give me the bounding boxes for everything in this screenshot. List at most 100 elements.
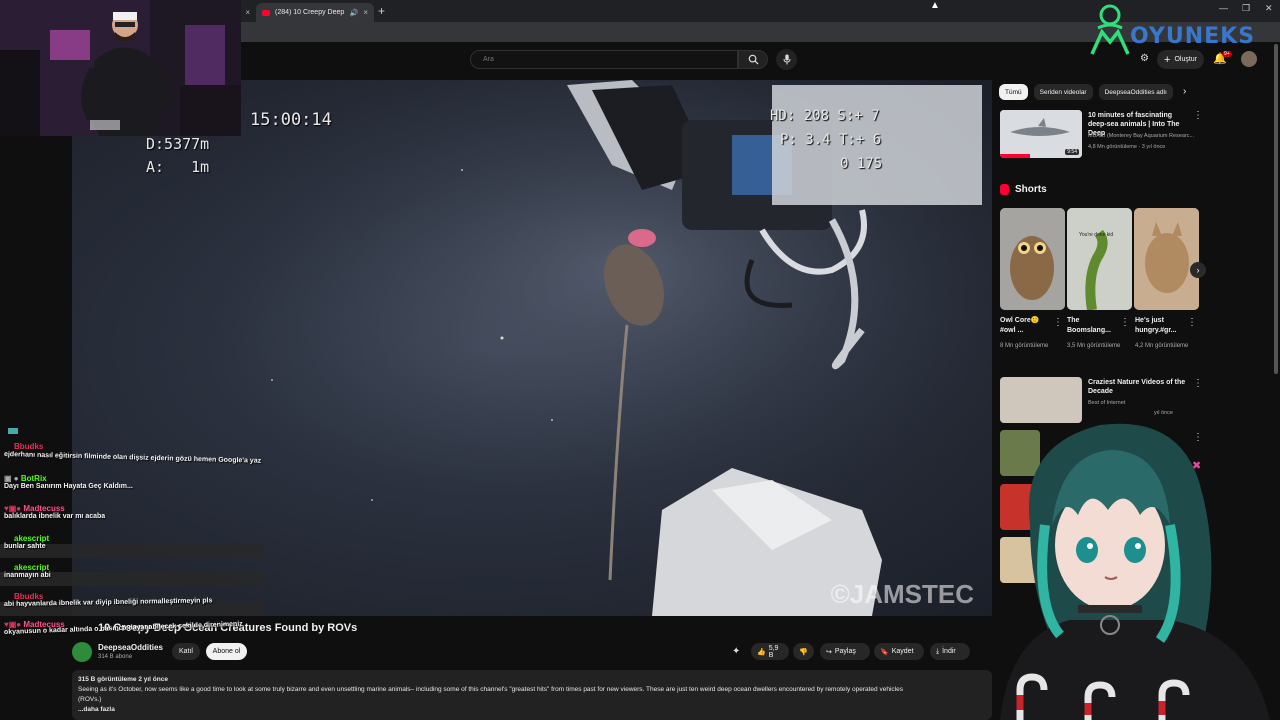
like-count: 5,9 B — [768, 644, 779, 659]
tab-title: (284) 10 Creepy Deep Ocea — [275, 9, 345, 16]
chat-username: akescript — [14, 534, 50, 543]
short-views: 8 Mn görüntüleme — [1000, 343, 1049, 349]
show-more-link[interactable]: ...daha fazla — [78, 705, 986, 715]
short-thumbnail[interactable]: You're done kid — [1067, 208, 1132, 310]
chip-all[interactable]: Tümü — [999, 84, 1028, 100]
short-title[interactable]: Owl Core🙂 #owl ... — [1000, 316, 1056, 336]
search-box[interactable] — [470, 50, 738, 69]
streamer-logo: OYUNEKS — [1088, 2, 1278, 58]
share-label: Paylaş — [834, 648, 856, 655]
chat-message: ♥▣● Madtecuss balıklarda ibnelik var mı … — [4, 504, 262, 520]
cat-image — [1134, 208, 1199, 310]
osd-altitude: A: 1m — [146, 158, 210, 176]
speaker-icon[interactable]: 🔊 — [350, 9, 359, 17]
search-icon — [748, 54, 759, 65]
chat-username: Bbudks — [14, 442, 44, 451]
dislike-button[interactable]: 👎 — [793, 643, 814, 660]
short-thumbnail[interactable] — [1000, 208, 1065, 310]
view-count-date: 315 B görüntüleme 2 yıl önce — [78, 676, 168, 683]
chat-badge-icon: ▣ ● — [4, 474, 21, 483]
short-caption: You're done kid — [1079, 232, 1114, 238]
chevron-right-icon[interactable]: › — [1183, 86, 1186, 97]
recommended-video-channel[interactable]: MBARI (Monterey Bay Aquarium Researc... — [1088, 132, 1200, 140]
chat-message: Bbudks abi hayvanlarda ibnelik var diyip… — [4, 592, 262, 608]
voice-search-button[interactable] — [776, 49, 797, 70]
like-button[interactable]: 👍 5,9 B — [751, 643, 789, 660]
new-tab-button[interactable]: + — [378, 4, 385, 18]
download-icon: ⤓ — [936, 647, 940, 655]
video-duration: 9:54 — [1065, 149, 1079, 155]
microphone-icon — [783, 54, 790, 65]
osd-heading: HD: 208 S:+ 7 — [770, 108, 880, 124]
chat-text: balıklarda ibnelik var mı acaba — [4, 513, 106, 520]
streamer-webcam — [0, 0, 241, 136]
short-views: 4,2 Mn görüntüleme — [1135, 343, 1189, 349]
logo-text: OYUNEKS — [1130, 24, 1256, 49]
short-title[interactable]: The Boomslang... — [1067, 316, 1123, 336]
thumbs-up-icon: 👍 — [757, 648, 766, 656]
chat-text: bunlar sahte — [4, 543, 46, 550]
save-label: Kaydet — [891, 648, 914, 655]
chat-text: ejderhanı nasıl eğitirsin filminde olan … — [3, 451, 262, 465]
share-icon: ↪ — [826, 648, 832, 656]
recommended-video-meta: 4,8 Mn görüntüleme · 3 yıl önce — [1088, 144, 1166, 150]
description-box[interactable]: 315 B görüntüleme 2 yıl önce Seeing as i… — [72, 670, 992, 720]
more-options-icon[interactable]: ⋮ — [1193, 378, 1203, 389]
shorts-label: Shorts — [1015, 184, 1047, 195]
chat-text: inanmayın abi — [4, 572, 51, 579]
recommended-video-thumbnail[interactable]: 9:54 — [1000, 110, 1082, 158]
mouse-cursor-icon: ▲ — [930, 0, 940, 11]
vtuber-avatar-overlay: ✖ — [990, 405, 1280, 720]
webcam-scene — [0, 0, 241, 136]
vtuber-character-image: ✖ — [1000, 423, 1270, 720]
short-thumbnail[interactable] — [1134, 208, 1199, 310]
shorts-header: Shorts — [1000, 184, 1047, 195]
more-options-icon[interactable]: ⋮ — [1053, 317, 1063, 328]
osd-roll: 0 175 — [840, 156, 883, 172]
shorts-logo-icon — [1000, 184, 1009, 195]
chat-badge-icon: ♥▣● — [4, 504, 24, 513]
save-button[interactable]: 🔖 Kaydet — [874, 643, 924, 660]
more-options-icon[interactable]: ⋮ — [1187, 317, 1197, 328]
svg-text:✖: ✖ — [1192, 460, 1201, 472]
osd-timecode: 15:00:14 — [250, 110, 332, 130]
chat-username: ▣ ● BotRix — [4, 474, 47, 483]
search-button[interactable] — [738, 50, 768, 69]
tab-close-icon[interactable]: × — [245, 8, 250, 17]
chat-message: akescript inanmayın abi — [4, 563, 262, 579]
chip-series[interactable]: Seriden videolar — [1033, 84, 1093, 100]
chat-badge-icon — [8, 428, 18, 434]
page-scrollbar[interactable] — [1274, 44, 1278, 374]
browser-tab-active[interactable]: (284) 10 Creepy Deep Ocea 🔊 × — [256, 3, 374, 22]
download-label: İndir — [942, 648, 956, 655]
shorts-next-button[interactable]: › — [1190, 262, 1206, 278]
osd-depth: D:5377m — [146, 135, 210, 153]
owl-image — [1000, 208, 1065, 310]
more-options-icon[interactable]: ⋮ — [1120, 317, 1130, 328]
recommended-video-title[interactable]: Craziest Nature Videos of the Decade — [1088, 378, 1188, 396]
chat-message: ♥▣● Madtecuss okyanusun o kadar altında … — [4, 620, 262, 636]
description-text-continued: (ROVs.) — [78, 696, 102, 703]
video-watermark: ©JAMSTEC — [830, 579, 974, 609]
chat-message: akescript bunlar sahte — [4, 534, 262, 550]
short-views: 3,5 Mn görüntüleme — [1067, 343, 1121, 349]
sparkle-icon[interactable]: ✦ — [732, 646, 740, 657]
chat-username: ♥▣● Madtecuss — [4, 504, 65, 513]
snake-image — [1067, 208, 1132, 310]
search-input[interactable] — [483, 56, 725, 63]
chat-username: akescript — [14, 563, 50, 572]
chip-channel[interactable]: DeepseaOddities adlı — [1098, 84, 1173, 100]
thumbs-down-icon: 👎 — [799, 648, 808, 656]
chat-message: ▣ ● BotRix Dayı Ben Sanırım Hayata Geç K… — [4, 474, 262, 490]
tab-close-icon[interactable]: × — [363, 8, 368, 17]
bookmark-icon: 🔖 — [880, 648, 889, 656]
filter-chips: Tümü Seriden videolar DeepseaOddities ad… — [999, 84, 1173, 102]
short-title[interactable]: He's just hungry.#gr... — [1135, 316, 1191, 336]
stream-chat-overlay: Bbudks ejderhanı nasıl eğitirsin filmind… — [0, 426, 264, 656]
share-button[interactable]: ↪ Paylaş — [820, 643, 870, 660]
download-button[interactable]: ⤓ İndir — [930, 643, 970, 660]
osd-pitch: P: 3.4 T:+ 6 — [780, 132, 882, 148]
youtube-favicon-icon — [262, 9, 270, 16]
description-text: Seeing as it's October, now seems like a… — [78, 686, 903, 693]
more-options-icon[interactable]: ⋮ — [1193, 110, 1203, 121]
